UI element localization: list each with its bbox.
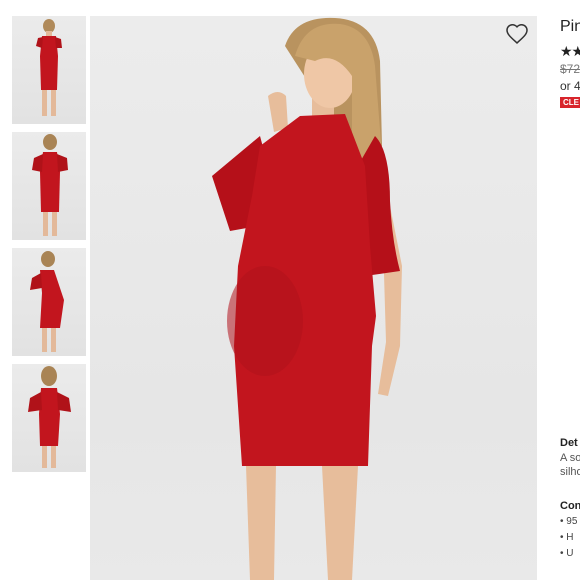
clearance-badge: CLE <box>560 97 580 108</box>
thumbnail-side[interactable] <box>12 248 86 356</box>
content-bullet: • U <box>560 548 574 559</box>
details-text-line-1: A so <box>560 452 580 464</box>
original-price: $72 <box>560 62 580 76</box>
content-bullet: • 95 <box>560 516 578 527</box>
thumbnail-halter[interactable] <box>12 132 86 240</box>
heart-icon[interactable] <box>505 22 529 46</box>
content-bullet: • H <box>560 532 574 543</box>
details-text-line-2: silho <box>560 466 580 478</box>
content-heading: Con <box>560 500 580 512</box>
thumbnail-back[interactable] <box>12 364 86 472</box>
installment-text: or 4 <box>560 79 580 93</box>
rating-stars[interactable]: ★★ <box>560 43 580 60</box>
details-heading: Det <box>560 437 578 449</box>
main-product-image[interactable] <box>90 16 537 580</box>
thumbnail-front[interactable] <box>12 16 86 124</box>
model-illustration <box>212 17 402 580</box>
product-title: Pin <box>560 18 580 35</box>
